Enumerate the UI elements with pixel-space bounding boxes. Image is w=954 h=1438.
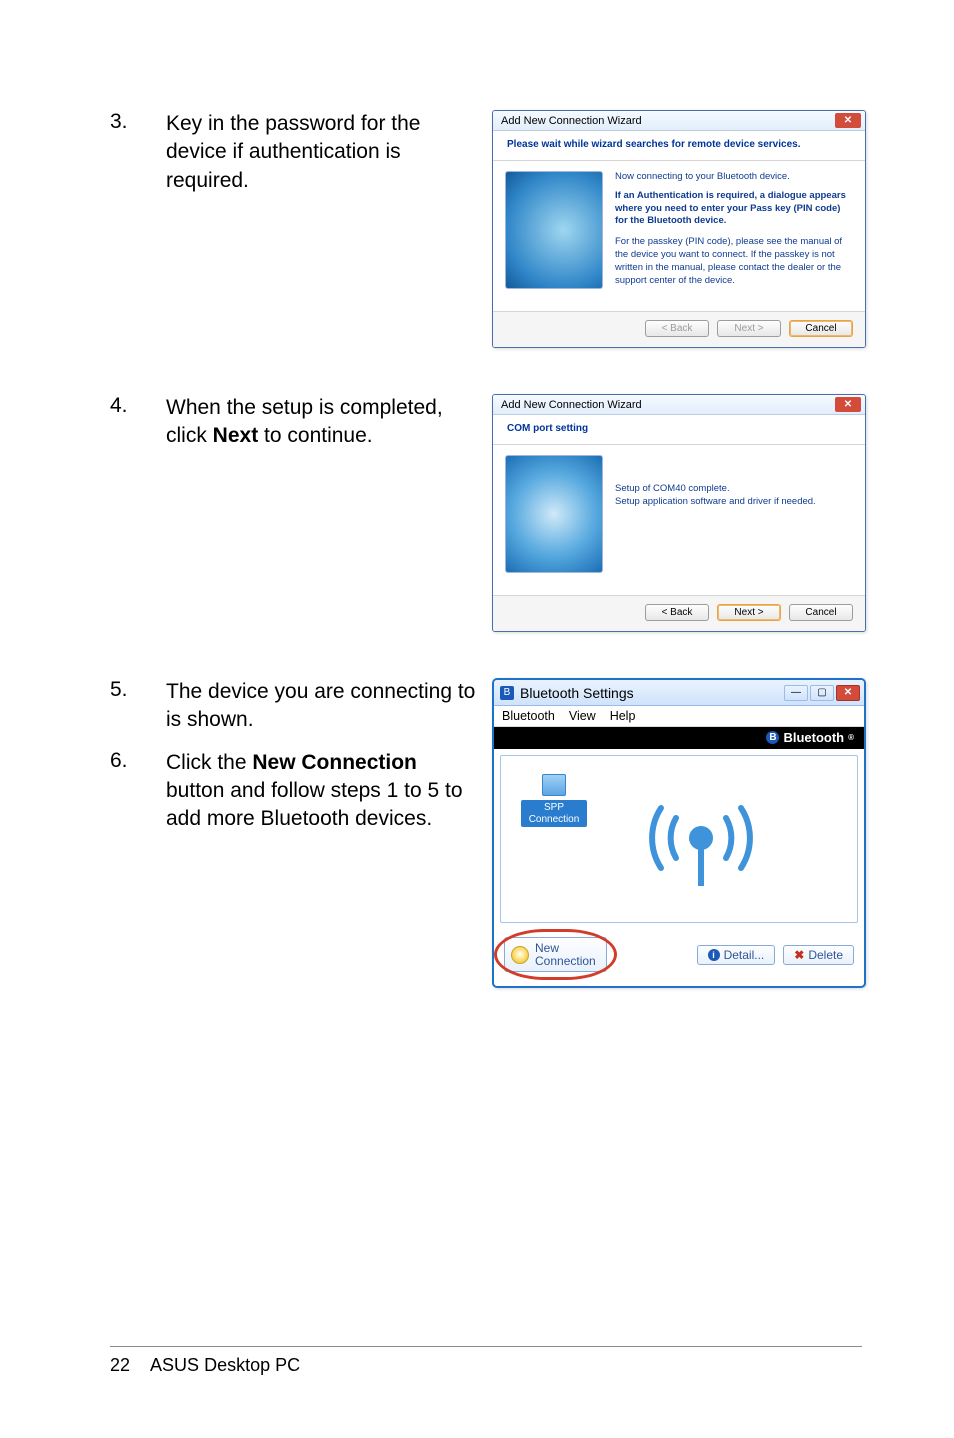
wizard-title: Add New Connection Wizard bbox=[501, 115, 642, 127]
step-text-bold: Next bbox=[213, 424, 259, 447]
menu-view[interactable]: View bbox=[569, 709, 596, 723]
close-icon[interactable]: ✕ bbox=[836, 685, 860, 701]
signal-icon bbox=[631, 778, 771, 901]
close-icon[interactable]: ✕ bbox=[835, 397, 861, 412]
wizard-header: Please wait while wizard searches for re… bbox=[493, 131, 865, 161]
step-text-part: button and follow steps 1 to 5 to add mo… bbox=[166, 779, 463, 830]
new-connection-button[interactable]: New Connection bbox=[504, 937, 607, 972]
step-5-text: The device you are connecting to is show… bbox=[166, 678, 476, 735]
menu-bluetooth[interactable]: Bluetooth bbox=[502, 709, 555, 723]
bluetooth-settings-window: B Bluetooth Settings — ▢ ✕ Bluetooth Vie… bbox=[492, 678, 866, 988]
device-canvas: SPP Connection bbox=[500, 755, 858, 923]
wizard-illustration bbox=[505, 455, 603, 573]
delete-button[interactable]: ✖ Delete bbox=[783, 945, 854, 965]
wizard-title: Add New Connection Wizard bbox=[501, 399, 642, 411]
cancel-button[interactable]: Cancel bbox=[789, 604, 853, 621]
close-icon[interactable]: ✕ bbox=[835, 113, 861, 128]
page-number: 22 bbox=[110, 1355, 130, 1375]
bluetooth-logo-icon: B bbox=[766, 731, 779, 744]
step-text-bold: New Connection bbox=[252, 751, 417, 774]
next-button: Next > bbox=[717, 320, 781, 337]
wizard-auth-dialog: Add New Connection Wizard ✕ Please wait … bbox=[492, 110, 866, 348]
maximize-icon[interactable]: ▢ bbox=[810, 685, 834, 701]
wizard-illustration bbox=[505, 171, 603, 289]
footer-title: ASUS Desktop PC bbox=[150, 1355, 300, 1375]
wizard-comport-dialog: Add New Connection Wizard ✕ COM port set… bbox=[492, 394, 866, 632]
wizard-strong-text: If an Authentication is required, a dial… bbox=[615, 190, 853, 228]
step-number: 5. bbox=[110, 678, 150, 735]
menu-bar: Bluetooth View Help bbox=[494, 706, 864, 727]
wizard-line: Setup application software and driver if… bbox=[615, 496, 816, 509]
bluetooth-branding: B Bluetooth® bbox=[494, 727, 864, 749]
wizard-line: Now connecting to your Bluetooth device. bbox=[615, 171, 853, 184]
info-icon: i bbox=[708, 949, 720, 961]
bluetooth-icon: B bbox=[500, 686, 514, 700]
device-label: Connection bbox=[521, 814, 587, 826]
next-button[interactable]: Next > bbox=[717, 604, 781, 621]
menu-help[interactable]: Help bbox=[610, 709, 636, 723]
step-text-part: Click the bbox=[166, 751, 252, 774]
step-number: 4. bbox=[110, 394, 150, 418]
delete-icon: ✖ bbox=[794, 948, 804, 962]
step-number: 6. bbox=[110, 749, 150, 834]
window-title: Bluetooth Settings bbox=[520, 685, 634, 701]
cancel-button[interactable]: Cancel bbox=[789, 320, 853, 337]
minimize-icon[interactable]: — bbox=[784, 685, 808, 701]
step-6-text: Click the New Connection button and foll… bbox=[166, 749, 476, 834]
step-3-text: Key in the password for the device if au… bbox=[166, 110, 476, 195]
back-button: < Back bbox=[645, 320, 709, 337]
step-number: 3. bbox=[110, 110, 150, 134]
new-connection-icon bbox=[511, 946, 529, 964]
back-button[interactable]: < Back bbox=[645, 604, 709, 621]
detail-label: Detail... bbox=[724, 948, 765, 962]
spp-device[interactable]: SPP Connection bbox=[521, 774, 587, 827]
step-text-part: to continue. bbox=[258, 424, 372, 447]
wizard-line: Setup of COM40 complete. bbox=[615, 483, 816, 496]
new-connection-label: Connection bbox=[535, 955, 596, 968]
wizard-header: COM port setting bbox=[493, 415, 865, 445]
wizard-line: For the passkey (PIN code), please see t… bbox=[615, 236, 853, 287]
brand-label: Bluetooth bbox=[783, 730, 844, 745]
device-icon bbox=[542, 774, 566, 796]
step-4-text: When the setup is completed, click Next … bbox=[166, 394, 476, 451]
delete-label: Delete bbox=[808, 948, 843, 962]
device-label: SPP bbox=[521, 802, 587, 814]
new-connection-label: New bbox=[535, 942, 596, 955]
detail-button[interactable]: i Detail... bbox=[697, 945, 776, 965]
